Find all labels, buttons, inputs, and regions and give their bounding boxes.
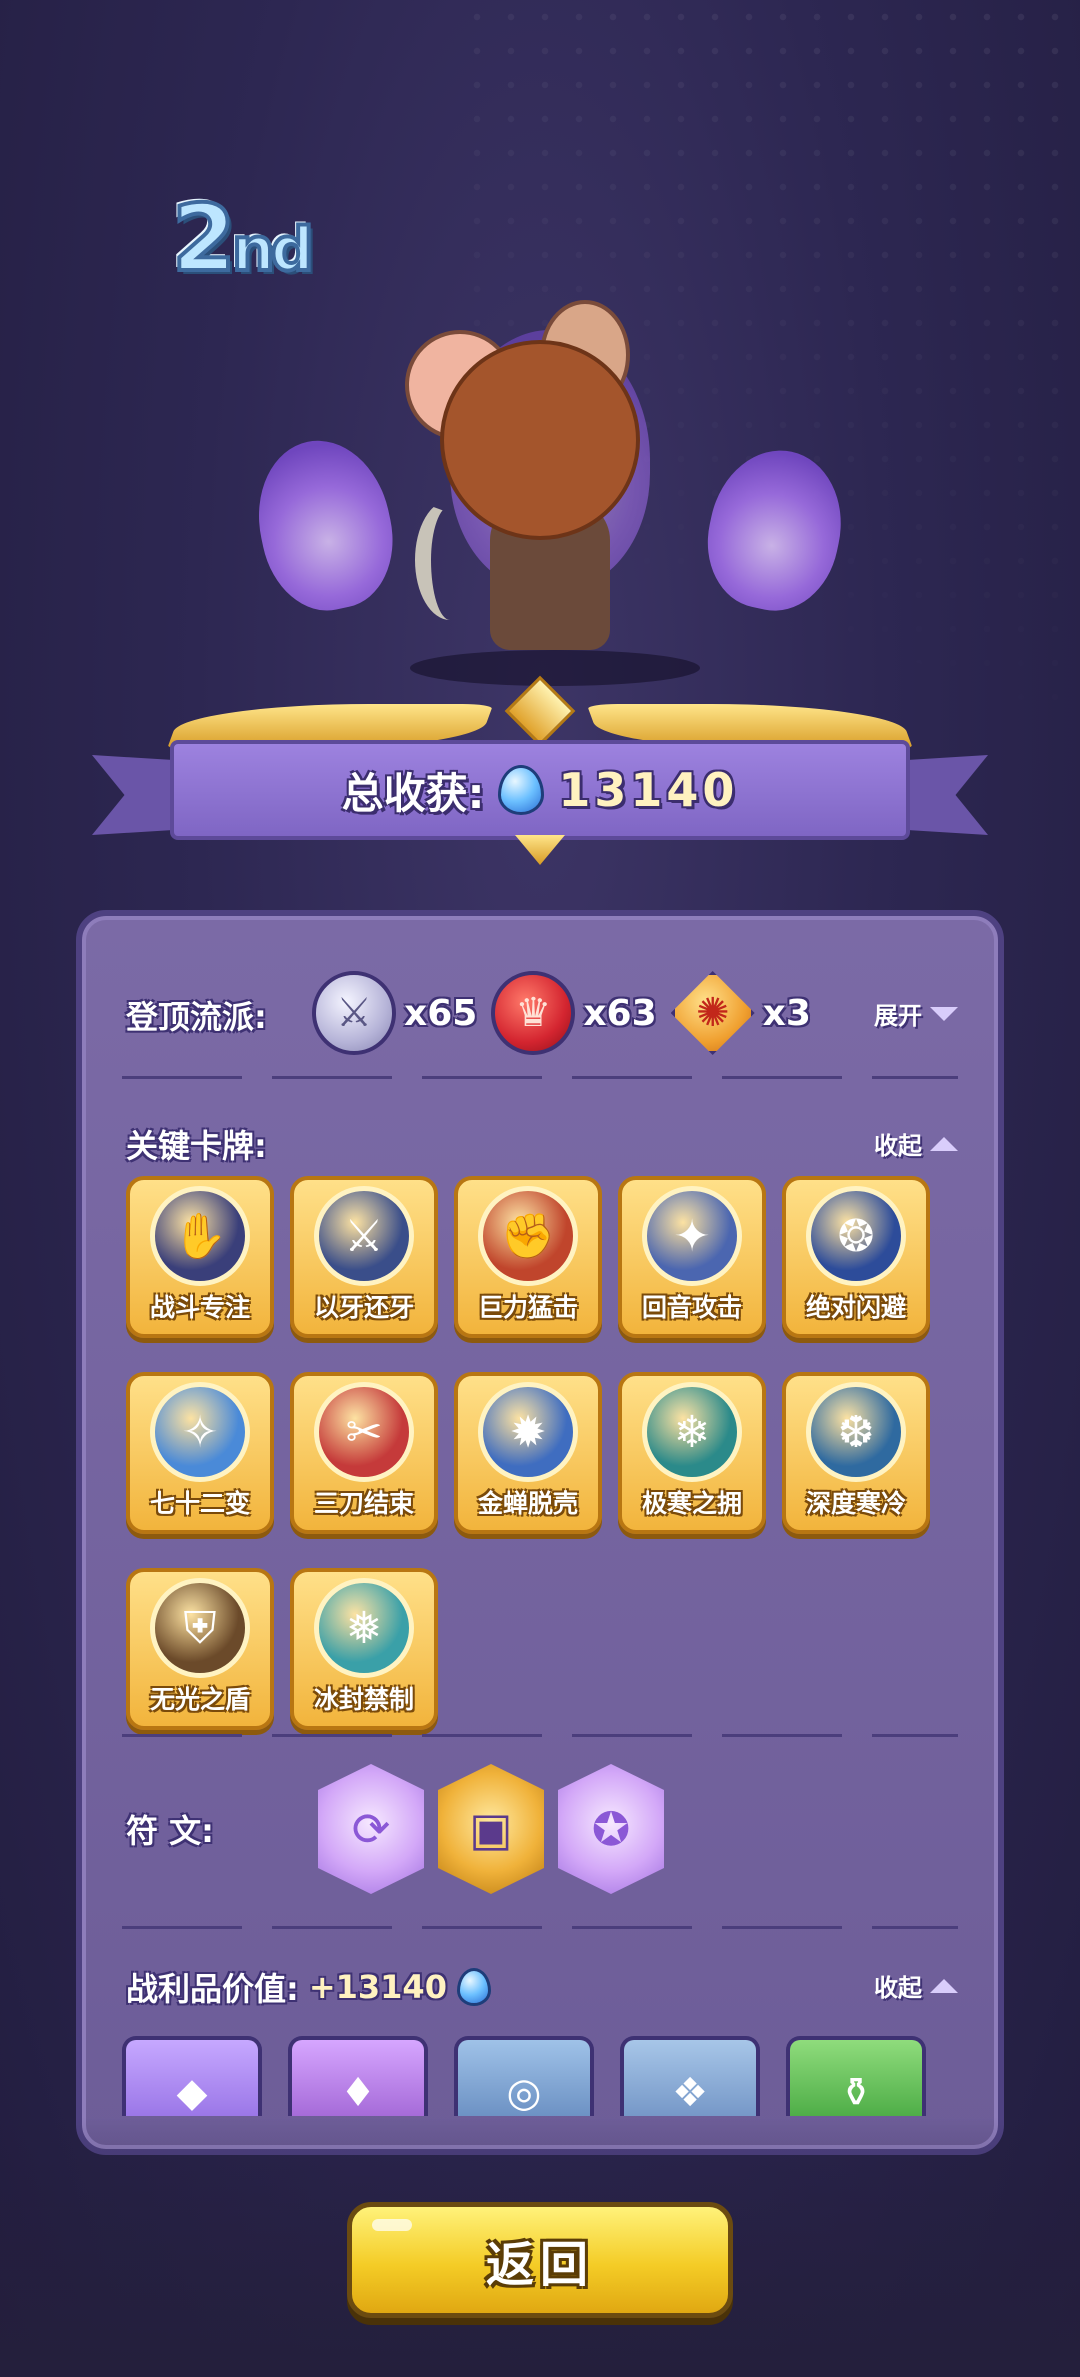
rune-orbs-icon[interactable]: ✪: [558, 1764, 664, 1894]
loot-list: ◆ ♦ ◎ ❖ ⚱: [122, 2036, 926, 2116]
card-art-icon: ✋: [150, 1186, 250, 1286]
card-name: 绝对闪避: [805, 1293, 906, 1322]
card-art-icon: ✦: [642, 1186, 742, 1286]
card-name: 以牙还牙: [313, 1293, 414, 1322]
school-item[interactable]: ♛ x63: [491, 971, 657, 1055]
left-flame: [243, 428, 407, 622]
key-card[interactable]: ✧ 七十二变: [126, 1372, 274, 1534]
crystal-icon: [498, 765, 545, 815]
runes-list: ⟳ ▣ ✪: [318, 1764, 664, 1894]
card-name: 回音攻击: [641, 1293, 742, 1322]
divider: [122, 1076, 958, 1079]
card-name: 极寒之拥: [641, 1489, 742, 1518]
loot-crystal-icon[interactable]: ◆: [122, 2036, 262, 2116]
collapse-toggle-loot[interactable]: 收起: [874, 1968, 958, 2003]
runes-label: 符 文:: [126, 1812, 214, 1850]
loot-header: 战利品价值: +13140: [126, 1964, 491, 2010]
rune-arrows-icon[interactable]: ⟳: [318, 1764, 424, 1894]
card-art-icon: ❅: [314, 1578, 414, 1678]
key-card[interactable]: ✹ 金蝉脱壳: [454, 1372, 602, 1534]
scythe: [415, 500, 485, 620]
mouse-head: [440, 340, 640, 540]
key-cards-grid: ✋ 战斗专注 ⚔ 以牙还牙 ✊ 巨力猛击 ✦ 回音攻击 ❂ 绝对闪避 ✧ 七十二变 ✂ 三刀结束 ✹ 金蝉脱壳…: [126, 1176, 946, 1730]
card-name: 七十二变: [149, 1489, 250, 1518]
chevron-down-icon: [930, 1006, 958, 1021]
card-name: 三刀结束: [313, 1489, 414, 1518]
rune-card-icon[interactable]: ▣: [438, 1764, 544, 1894]
card-name: 深度寒冷: [805, 1489, 906, 1518]
card-name: 巨力猛击: [477, 1293, 578, 1322]
key-card[interactable]: ✋ 战斗专注: [126, 1176, 274, 1338]
key-card[interactable]: ⚔ 以牙还牙: [290, 1176, 438, 1338]
collapse-toggle-cards[interactable]: 收起: [874, 1126, 958, 1161]
divider: [122, 1926, 958, 1929]
card-art-icon: ✹: [478, 1382, 578, 1482]
key-card[interactable]: ⛨ 无光之盾: [126, 1568, 274, 1730]
hero-character: [240, 260, 860, 686]
loot-pendant-icon[interactable]: ◎: [454, 2036, 594, 2116]
key-card[interactable]: ✂ 三刀结束: [290, 1372, 438, 1534]
card-art-icon: ✧: [150, 1382, 250, 1482]
swirl-icon: ✺: [670, 971, 755, 1055]
card-art-icon: ✂: [314, 1382, 414, 1482]
card-name: 无光之盾: [149, 1685, 250, 1714]
loot-red-gem-icon[interactable]: ♦: [288, 2036, 428, 2116]
key-card[interactable]: ❅ 冰封禁制: [290, 1568, 438, 1730]
crystal-icon: [456, 1968, 491, 2006]
total-label: 总收获:: [341, 768, 485, 818]
card-art-icon: ⛨: [150, 1578, 250, 1678]
loot-value: +13140: [308, 1968, 447, 2006]
card-art-icon: ⚔: [314, 1186, 414, 1286]
card-name: 战斗专注: [149, 1293, 250, 1322]
loot-potion-icon[interactable]: ⚱: [786, 2036, 926, 2116]
school-item[interactable]: ⚔ x65: [312, 971, 477, 1055]
school-item[interactable]: ✺ x3: [670, 971, 811, 1055]
card-name: 金蝉脱壳: [477, 1489, 578, 1518]
divider: [122, 1734, 958, 1737]
key-card[interactable]: ✊ 巨力猛击: [454, 1176, 602, 1338]
sword-icon: ⚔: [312, 971, 396, 1055]
card-art-icon: ✊: [478, 1186, 578, 1286]
card-art-icon: ❆: [806, 1382, 906, 1482]
total-banner: 总收获: 13140: [170, 740, 910, 840]
card-art-icon: ❂: [806, 1186, 906, 1286]
chevron-up-icon: [930, 1136, 958, 1151]
crown-icon: ♛: [491, 971, 576, 1055]
key-card[interactable]: ❄ 极寒之拥: [618, 1372, 766, 1534]
expand-toggle[interactable]: 展开: [874, 996, 958, 1031]
key-cards-label: 关键卡牌:: [126, 1127, 267, 1165]
total-value: 13140: [558, 763, 739, 817]
hero-shadow: [410, 650, 700, 686]
chevron-up-icon: [930, 1978, 958, 1993]
climb-school-label: 登顶流派:: [126, 998, 267, 1036]
loot-label: 战利品价值:: [126, 1970, 299, 2008]
key-card[interactable]: ✦ 回音攻击: [618, 1176, 766, 1338]
loot-ice-shard-icon[interactable]: ❖: [620, 2036, 760, 2116]
return-button[interactable]: 返回: [347, 2202, 733, 2318]
key-card[interactable]: ❆ 深度寒冷: [782, 1372, 930, 1534]
summary-panel[interactable]: 登顶流派: ⚔ x65 ♛ x63 ✺ x3 展开 关键卡牌: 收起 ✋ 战斗专注…: [76, 910, 1004, 2155]
card-art-icon: ❄: [642, 1382, 742, 1482]
climb-school-list: ⚔ x65 ♛ x63 ✺ x3: [312, 971, 811, 1055]
key-card[interactable]: ❂ 绝对闪避: [782, 1176, 930, 1338]
right-flame: [694, 438, 856, 622]
card-name: 冰封禁制: [313, 1685, 414, 1714]
return-button-label: 返回: [485, 2237, 594, 2293]
